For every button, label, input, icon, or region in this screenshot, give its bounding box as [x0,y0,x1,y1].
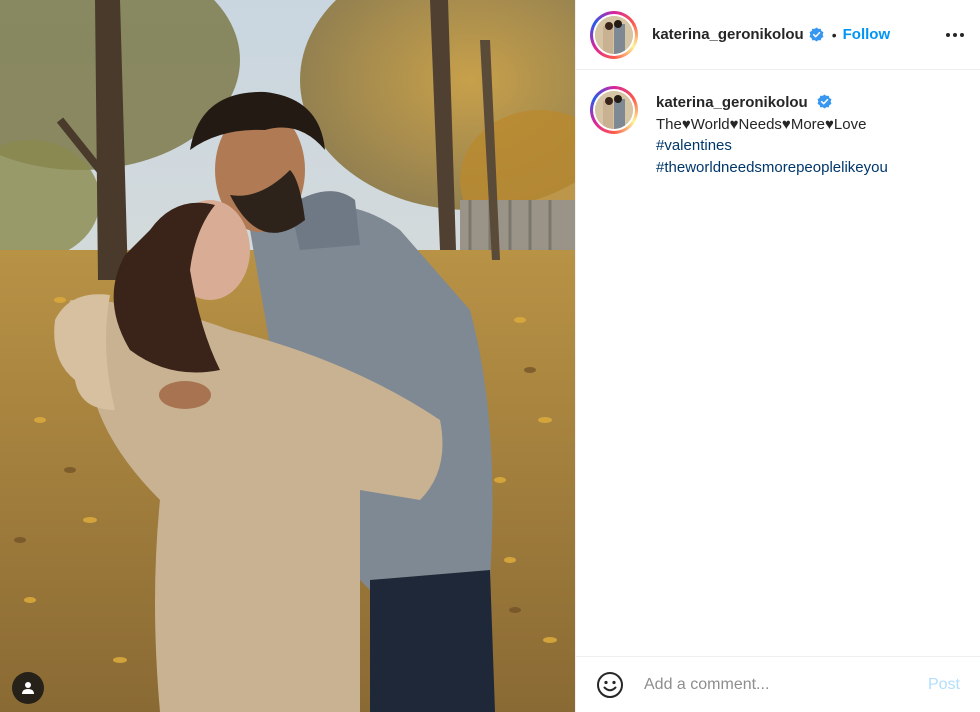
add-comment-bar: Post [576,656,980,712]
author-username[interactable]: katerina_geronikolou [652,26,804,43]
post-header: katerina_geronikolou • Follow [576,0,980,70]
author-avatar[interactable] [590,10,638,59]
verified-badge-icon [809,27,824,42]
post-caption: katerina_geronikolou The♥World♥Needs♥Mor… [590,86,964,178]
hashtag-link[interactable]: #theworldneedsmorepeoplelikeyou [656,157,888,179]
couple-autumn-photo [0,0,575,712]
avatar-photo [595,15,633,54]
instagram-post: katerina_geronikolou • Follow katerina_g… [0,0,980,712]
caption-text-block: katerina_geronikolou The♥World♥Needs♥Mor… [656,92,888,178]
user-tag-icon [22,682,34,694]
emoji-smile-icon[interactable] [596,671,624,699]
verified-badge-icon [817,94,832,109]
comment-input[interactable] [644,675,928,694]
hashtag-link[interactable]: #valentines [656,135,888,157]
more-horizontal-icon[interactable] [946,27,964,43]
caption-body: The♥World♥Needs♥More♥Love [656,115,867,133]
comments-section: katerina_geronikolou The♥World♥Needs♥Mor… [576,70,980,656]
caption-username[interactable]: katerina_geronikolou [656,94,808,111]
tagged-users-button[interactable] [12,672,44,704]
caption-author-avatar[interactable] [590,86,638,134]
header-separator: • [831,26,837,43]
post-side-panel: katerina_geronikolou • Follow katerina_g… [575,0,980,712]
avatar-photo [595,91,633,129]
follow-button[interactable]: Follow [843,26,891,43]
post-photo[interactable] [0,0,575,712]
post-comment-button[interactable]: Post [928,676,960,694]
